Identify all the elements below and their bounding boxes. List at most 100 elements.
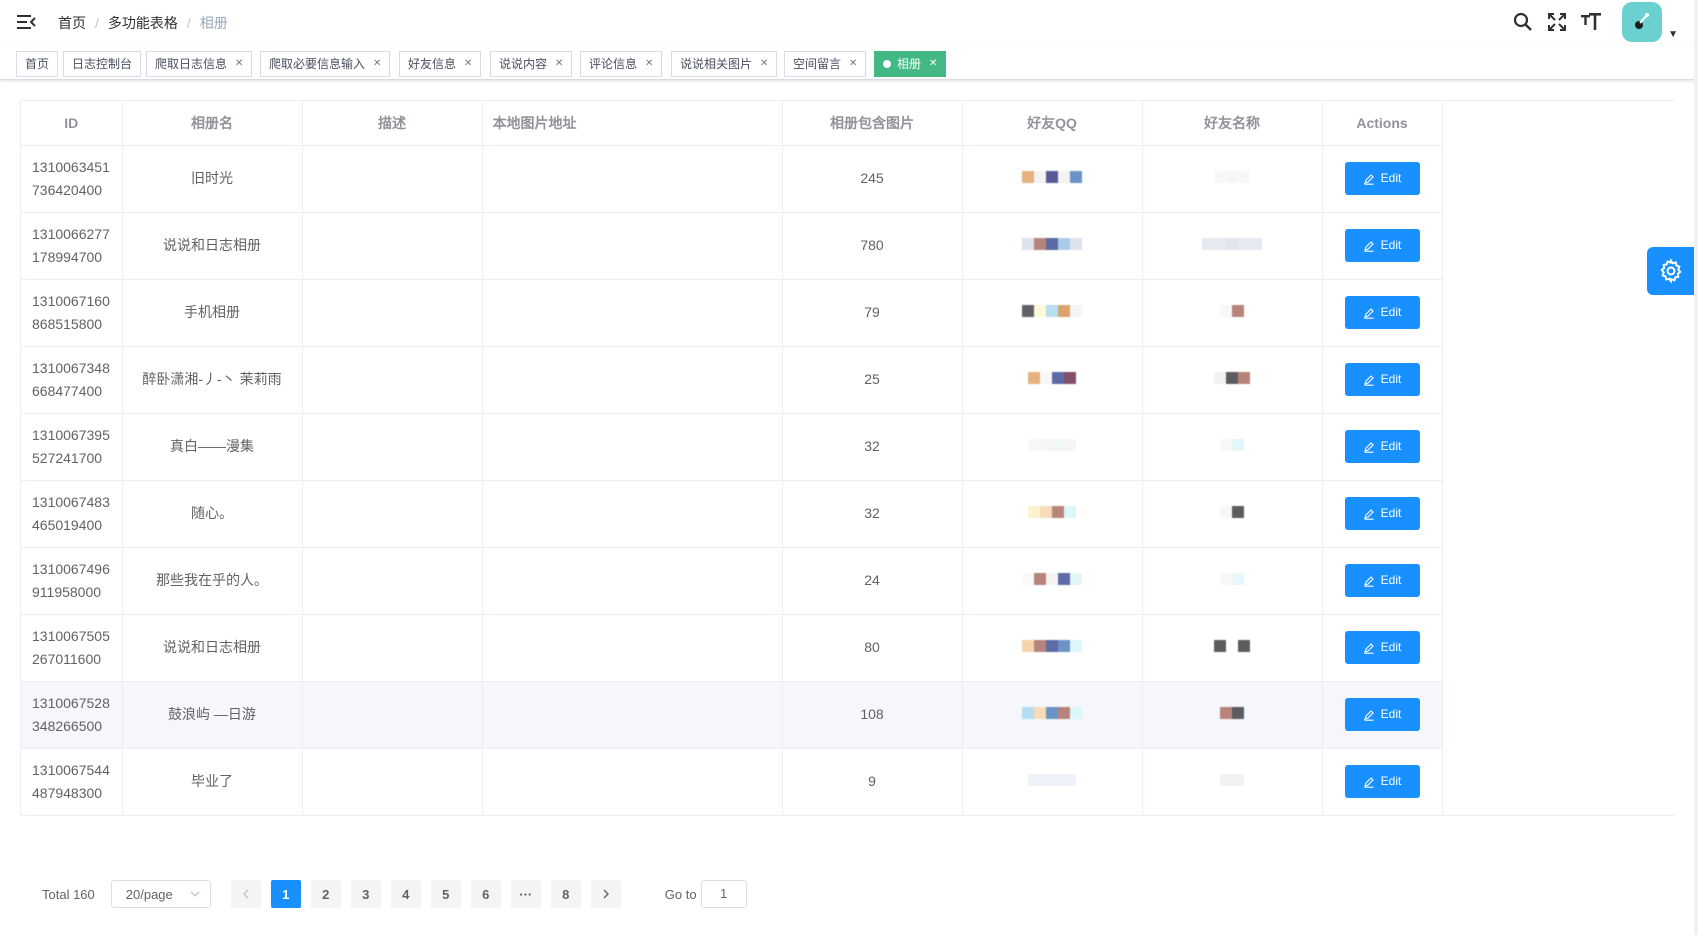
page-8-button[interactable]: 8 xyxy=(550,880,581,908)
cell-description xyxy=(302,279,483,347)
close-icon[interactable]: ✕ xyxy=(929,52,937,76)
header-friend-name[interactable]: 好友名称 xyxy=(1142,101,1323,146)
edit-button[interactable]: Edit xyxy=(1344,162,1420,195)
hamburger-menu-icon[interactable] xyxy=(16,12,36,32)
tag-log-console[interactable]: 日志控制台 xyxy=(63,51,142,77)
header-photo-count[interactable]: 相册包含图片 xyxy=(782,101,963,146)
redacted-block xyxy=(1220,439,1232,451)
page-size-select[interactable]: 20/page xyxy=(110,880,211,908)
table-header-row: ID 相册名 描述 本地图片地址 相册包含图片 好友QQ 好友名称 Action… xyxy=(21,101,1443,146)
close-icon[interactable]: ✕ xyxy=(760,52,768,76)
cell-album-name: 毕业了 xyxy=(122,748,303,816)
tag-guestbook[interactable]: 空间留言 ✕ xyxy=(784,51,867,77)
redacted-block xyxy=(1070,573,1082,585)
settings-button[interactable] xyxy=(1647,247,1695,295)
cell-friend-qq xyxy=(962,480,1143,548)
caret-down-icon[interactable]: ▼ xyxy=(1668,29,1678,40)
cell-friend-name xyxy=(1142,681,1323,749)
page-1-button[interactable]: 1 xyxy=(270,880,301,908)
header-local-path[interactable]: 本地图片地址 xyxy=(482,101,783,146)
tag-posts[interactable]: 说说内容 ✕ xyxy=(490,51,573,77)
header-friend-qq[interactable]: 好友QQ xyxy=(962,101,1143,146)
close-icon[interactable]: ✕ xyxy=(373,52,381,76)
edit-button[interactable]: Edit xyxy=(1344,430,1420,463)
search-icon[interactable] xyxy=(1512,11,1534,33)
table-row: 1310066277 178994700 说说和日志相册 780 Edit xyxy=(21,212,1443,280)
cell-id: 1310067496 911958000 xyxy=(21,547,123,615)
cell-id: 1310066277 178994700 xyxy=(21,212,123,280)
app-root: 首页 / 多功能表格 / 相册 ▼ 首页 日志控制台 爬取日志信息 ✕ 爬取必要… xyxy=(0,0,1698,935)
cell-photo-count: 25 xyxy=(782,346,963,414)
edit-button[interactable]: Edit xyxy=(1344,564,1420,597)
edit-pen-icon xyxy=(1363,575,1375,587)
more-pages-button[interactable]: ··· xyxy=(510,880,541,908)
navbar: 首页 / 多功能表格 / 相册 ▼ xyxy=(0,0,1698,44)
edit-button[interactable]: Edit xyxy=(1344,698,1420,731)
prev-page-button[interactable] xyxy=(230,880,261,908)
redacted-block xyxy=(1220,707,1232,719)
tag-crawl-input[interactable]: 爬取必要信息输入 ✕ xyxy=(260,51,391,77)
breadcrumb-multi-table[interactable]: 多功能表格 xyxy=(108,13,178,33)
close-icon[interactable]: ✕ xyxy=(464,52,472,76)
cell-friend-name xyxy=(1142,614,1323,682)
redacted-friend-qq xyxy=(1028,438,1076,452)
redacted-block xyxy=(1238,372,1250,384)
edit-button[interactable]: Edit xyxy=(1344,296,1420,329)
redacted-block xyxy=(1220,774,1232,786)
close-icon[interactable]: ✕ xyxy=(555,52,563,76)
cell-friend-qq xyxy=(962,413,1143,481)
close-icon[interactable]: ✕ xyxy=(235,52,243,76)
id-line-2: 911958000 xyxy=(32,583,102,600)
edit-button[interactable]: Edit xyxy=(1344,765,1420,798)
redacted-friend-name xyxy=(1214,639,1250,653)
tag-friends[interactable]: 好友信息 ✕ xyxy=(399,51,482,77)
cell-local-path xyxy=(482,212,783,280)
id-line-1: 1310067348 xyxy=(32,359,110,376)
tag-albums[interactable]: 相册 ✕ xyxy=(874,51,947,77)
vertical-scrollbar[interactable] xyxy=(1694,0,1698,935)
tag-crawl-log[interactable]: 爬取日志信息 ✕ xyxy=(146,51,253,77)
edit-label: Edit xyxy=(1380,640,1402,654)
edit-button[interactable]: Edit xyxy=(1344,497,1420,530)
header-id[interactable]: ID xyxy=(21,101,123,146)
page-2-button[interactable]: 2 xyxy=(310,880,341,908)
id-line-2: 668477400 xyxy=(32,382,103,399)
goto-page-input[interactable]: 1 xyxy=(700,880,747,908)
redacted-block xyxy=(1046,305,1058,317)
close-icon[interactable]: ✕ xyxy=(849,52,857,76)
cell-photo-count: 108 xyxy=(782,681,963,749)
fullscreen-icon[interactable] xyxy=(1546,11,1568,33)
cell-id: 1310067505 267011600 xyxy=(21,614,123,682)
cell-friend-name xyxy=(1142,279,1323,347)
tag-comments[interactable]: 评论信息 ✕ xyxy=(580,51,663,77)
redacted-friend-qq xyxy=(1028,505,1076,519)
page-3-button[interactable]: 3 xyxy=(350,880,381,908)
header-description[interactable]: 描述 xyxy=(302,101,483,146)
font-size-icon[interactable] xyxy=(1580,11,1602,33)
edit-button[interactable]: Edit xyxy=(1344,229,1420,262)
tag-post-images[interactable]: 说说相关图片 ✕ xyxy=(671,51,778,77)
redacted-block xyxy=(1022,707,1034,719)
tag-home[interactable]: 首页 xyxy=(16,51,59,77)
redacted-block xyxy=(1046,171,1058,183)
edit-button[interactable]: Edit xyxy=(1344,363,1420,396)
breadcrumb-separator: / xyxy=(95,15,99,31)
goto-page: Go to 1 xyxy=(665,880,747,908)
id-line-1: 1310067395 xyxy=(32,426,110,443)
next-page-button[interactable] xyxy=(590,880,621,908)
breadcrumb-home[interactable]: 首页 xyxy=(58,13,86,33)
edit-button[interactable]: Edit xyxy=(1344,631,1420,664)
page-5-button[interactable]: 5 xyxy=(430,880,461,908)
goto-label: Go to xyxy=(664,886,697,902)
redacted-block xyxy=(1214,238,1226,250)
close-icon[interactable]: ✕ xyxy=(645,52,653,76)
page-6-button[interactable]: 6 xyxy=(470,880,501,908)
page-4-button[interactable]: 4 xyxy=(390,880,421,908)
avatar[interactable] xyxy=(1622,2,1663,42)
redacted-block xyxy=(1028,372,1040,384)
header-album-name[interactable]: 相册名 xyxy=(122,101,303,146)
table-row: 1310067496 911958000 那些我在乎的人。 24 Edit xyxy=(21,547,1443,615)
active-dot-icon xyxy=(883,60,891,68)
redacted-block xyxy=(1202,238,1214,250)
user-avatar-dropdown[interactable]: ▼ xyxy=(1622,2,1678,42)
